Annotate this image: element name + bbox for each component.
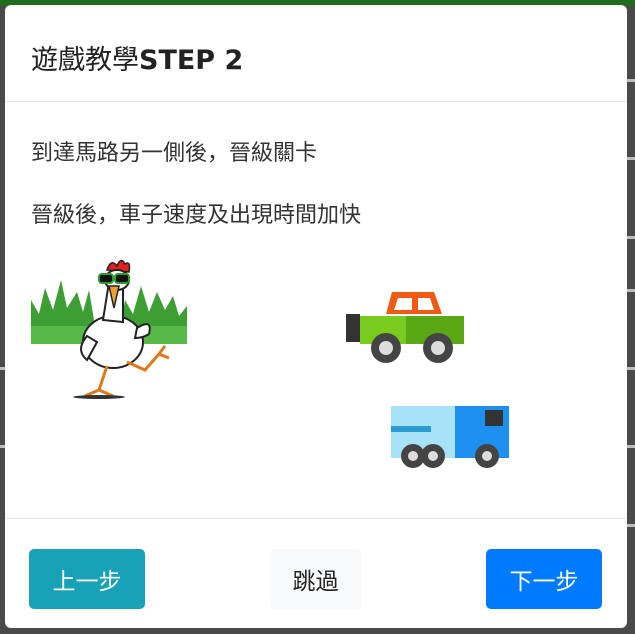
skip-button[interactable]: 跳過: [270, 549, 361, 609]
previous-step-button[interactable]: 上一步: [29, 549, 145, 609]
car-icon: [346, 292, 464, 363]
modal-title-prefix: 遊戲教學: [31, 45, 139, 76]
tutorial-modal: 遊戲教學STEP 2 到達馬路另一側後，晉級關卡 晉級後，車子速度及出現時間加快: [5, 5, 627, 628]
instruction-line-2: 晉級後，車子速度及出現時間加快: [31, 203, 362, 228]
modal-title: 遊戲教學STEP 2: [31, 38, 243, 77]
instruction-line-1: 到達馬路另一側後，晉級關卡: [31, 141, 318, 166]
modal-header: 遊戲教學STEP 2: [5, 5, 627, 102]
next-step-button[interactable]: 下一步: [486, 549, 602, 609]
modal-title-step: STEP 2: [139, 45, 244, 76]
truck-icon: [391, 406, 509, 468]
modal-footer: 上一步 跳過 下一步: [5, 518, 627, 628]
chicken-icon: [31, 259, 187, 399]
